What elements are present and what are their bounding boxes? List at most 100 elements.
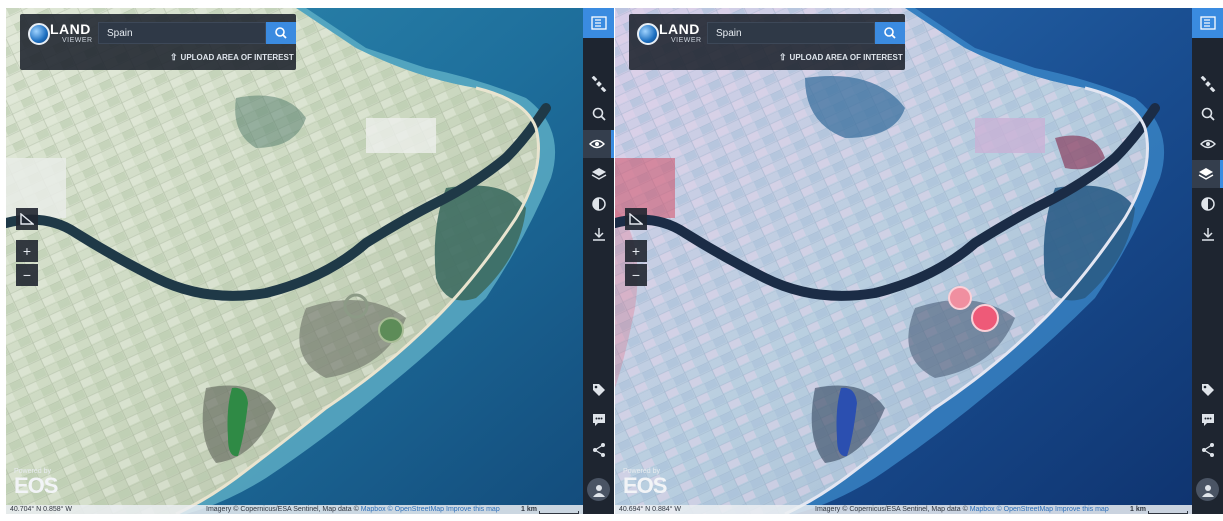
download-icon (592, 228, 605, 241)
view-tool-button[interactable] (1192, 130, 1223, 158)
download-tool-button[interactable] (583, 220, 614, 248)
user-avatar-button[interactable] (1196, 478, 1219, 501)
contrast-icon (1200, 197, 1215, 211)
tool-sidebar (583, 8, 614, 514)
download-tool-button[interactable] (1192, 220, 1223, 248)
map-status-bar: 40.704° N 0.858° W Imagery © Copernicus/… (6, 505, 583, 514)
cursor-coordinates: 40.704° N 0.858° W (10, 506, 73, 513)
satellite-icon (1200, 76, 1215, 92)
share-tool-button[interactable] (1192, 436, 1223, 464)
search-tool-button[interactable] (1192, 100, 1223, 128)
zoom-in-button[interactable]: + (16, 240, 38, 262)
osm-link[interactable]: © OpenStreetMap (997, 506, 1054, 513)
upload-aoi-link[interactable]: ⇧ UPLOAD AREA OF INTEREST (170, 52, 294, 63)
download-icon (1201, 228, 1214, 241)
search-input[interactable] (99, 23, 265, 44)
contrast-icon (591, 197, 606, 211)
upload-icon: ⇧ (779, 52, 787, 62)
contrast-tool-button[interactable] (1192, 190, 1223, 218)
logo-sub: VIEWER (671, 37, 702, 44)
eos-logo: EOS (14, 473, 58, 498)
comment-icon (592, 414, 605, 426)
zoom-out-button[interactable]: − (625, 264, 647, 286)
upload-icon: ⇧ (170, 52, 178, 62)
scale-label: 1 km (521, 506, 537, 513)
map-attribution: Imagery © Copernicus/ESA Sentinel, Map d… (206, 505, 500, 514)
share-icon (592, 443, 605, 457)
logo-word: LAND (50, 21, 91, 37)
eos-branding: Powered by EOS (623, 468, 667, 498)
satellite-map-false-color[interactable] (615, 8, 1192, 514)
sidebar-toggle-button[interactable] (1192, 8, 1223, 38)
map-panel-right[interactable]: LAND VIEWER ⇧UPLOAD AREA OF INTEREST + −… (615, 8, 1223, 514)
search-icon (884, 27, 896, 39)
panel-toggle-icon (1199, 16, 1216, 30)
satellite-tool-button[interactable] (583, 70, 614, 98)
tag-tool-button[interactable] (583, 376, 614, 404)
search-tool-button[interactable] (583, 100, 614, 128)
user-icon (592, 484, 605, 497)
layers-icon (1198, 168, 1214, 180)
layers-icon (591, 168, 606, 180)
top-search-bar: LAND VIEWER ⇧UPLOAD AREA OF INTEREST (629, 14, 905, 70)
sidebar-toggle-button[interactable] (583, 8, 614, 38)
user-avatar-button[interactable] (587, 478, 610, 501)
globe-icon (637, 23, 659, 45)
search-icon (1201, 107, 1215, 121)
scale-label: 1 km (1130, 506, 1146, 513)
search-input[interactable] (708, 23, 874, 44)
improve-map-link[interactable]: Improve this map (446, 506, 500, 513)
attribution-prefix: Imagery © Copernicus/ESA Sentinel, Map d… (815, 506, 968, 513)
comment-tool-button[interactable] (1192, 406, 1223, 434)
view-icon (1199, 139, 1216, 149)
logo-word: LAND (659, 21, 700, 37)
comment-tool-button[interactable] (583, 406, 614, 434)
zoom-out-button[interactable]: − (16, 264, 38, 286)
search-icon (592, 107, 606, 121)
upload-aoi-link[interactable]: ⇧ UPLOAD AREA OF INTEREST (779, 52, 903, 63)
search-icon (275, 27, 287, 39)
improve-map-link[interactable]: Improve this map (1055, 506, 1109, 513)
osm-link[interactable]: © OpenStreetMap (388, 506, 445, 513)
scale-bar (539, 511, 579, 514)
globe-icon (28, 23, 50, 45)
contrast-tool-button[interactable] (583, 190, 614, 218)
search-field[interactable] (98, 22, 266, 44)
attribution-prefix: Imagery © Copernicus/ESA Sentinel, Map d… (206, 506, 359, 513)
zoom-in-button[interactable]: + (625, 240, 647, 262)
landviewer-logo: LAND VIEWER (637, 21, 709, 51)
map-status-bar: 40.694° N 0.884° W Imagery © Copernicus/… (615, 505, 1192, 514)
tool-sidebar (1192, 8, 1223, 514)
search-field[interactable] (707, 22, 875, 44)
eos-branding: Powered by EOS (14, 468, 58, 498)
user-icon (1201, 484, 1214, 497)
search-button[interactable] (875, 22, 905, 44)
tag-icon (1201, 384, 1214, 396)
comment-icon (1201, 414, 1214, 426)
share-tool-button[interactable] (583, 436, 614, 464)
cursor-coordinates: 40.694° N 0.884° W (619, 506, 682, 513)
ruler-icon (20, 213, 34, 225)
view-tool-button[interactable] (583, 130, 614, 158)
satellite-tool-button[interactable] (1192, 70, 1223, 98)
tag-tool-button[interactable] (1192, 376, 1223, 404)
upload-label: UPLOAD AREA OF INTEREST (789, 53, 903, 62)
view-icon (589, 139, 605, 149)
eos-logo: EOS (623, 473, 667, 498)
mapbox-link[interactable]: Mapbox (361, 506, 386, 513)
measure-tool-button[interactable] (625, 208, 647, 230)
measure-tool-button[interactable] (16, 208, 38, 230)
satellite-map-natural-color[interactable] (6, 8, 583, 514)
panel-toggle-icon (590, 16, 607, 30)
upload-label: UPLOAD AREA OF INTEREST (180, 53, 294, 62)
layers-tool-button[interactable] (583, 160, 614, 188)
layers-tool-button[interactable] (1192, 160, 1223, 188)
logo-sub: VIEWER (62, 37, 93, 44)
ruler-icon (629, 213, 643, 225)
mapbox-link[interactable]: Mapbox (970, 506, 995, 513)
search-button[interactable] (266, 22, 296, 44)
map-panel-left[interactable]: LAND VIEWER ⇧UPLOAD AREA OF INTEREST + −… (6, 8, 614, 514)
map-attribution: Imagery © Copernicus/ESA Sentinel, Map d… (815, 505, 1109, 514)
landviewer-logo: LAND VIEWER (28, 21, 100, 51)
top-search-bar: LAND VIEWER ⇧UPLOAD AREA OF INTEREST (20, 14, 296, 70)
